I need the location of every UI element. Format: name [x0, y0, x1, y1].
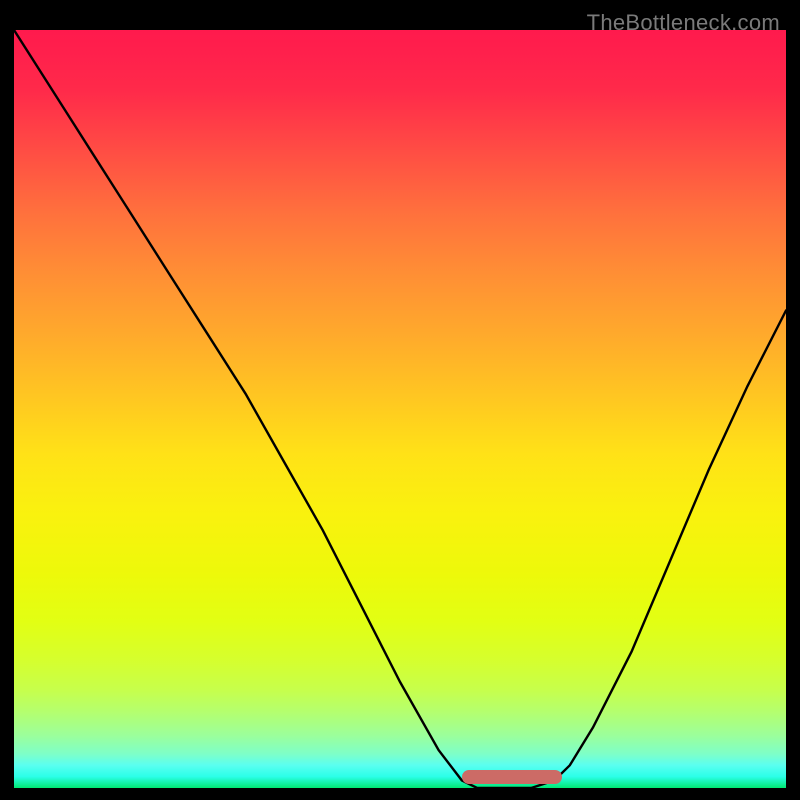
- bottleneck-curve: [14, 30, 786, 788]
- optimal-range-marker: [462, 770, 562, 784]
- gradient-plot-area: [14, 30, 786, 788]
- curve-path: [14, 30, 786, 788]
- chart-frame: TheBottleneck.com: [14, 12, 786, 788]
